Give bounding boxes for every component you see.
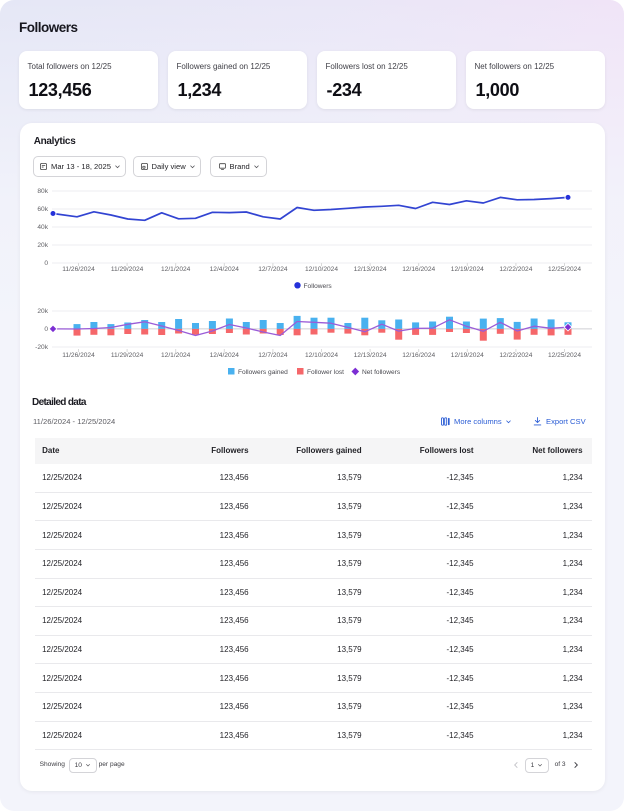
svg-text:0: 0 [44,260,48,267]
svg-text:20k: 20k [37,308,48,315]
svg-text:12/13/2024: 12/13/2024 [354,266,387,273]
svg-text:20k: 20k [37,242,48,249]
svg-text:60k: 60k [37,206,48,213]
svg-text:11/29/2024: 11/29/2024 [111,266,144,273]
svg-text:Followers: Followers [304,283,333,290]
svg-text:12/10/2024: 12/10/2024 [305,352,338,359]
svg-text:12/4/2024: 12/4/2024 [210,352,240,359]
svg-text:12/19/2024: 12/19/2024 [451,352,484,359]
svg-text:80k: 80k [37,188,48,195]
svg-text:12/16/2024: 12/16/2024 [402,352,435,359]
svg-text:12/16/2024: 12/16/2024 [402,266,435,273]
svg-text:12/7/2024: 12/7/2024 [258,266,288,273]
svg-text:12/4/2024: 12/4/2024 [210,266,240,273]
svg-text:12/22/2024: 12/22/2024 [499,352,532,359]
svg-text:12/13/2024: 12/13/2024 [354,352,387,359]
svg-text:Follower lost: Follower lost [307,369,344,376]
svg-text:12/7/2024: 12/7/2024 [258,352,288,359]
svg-text:Followers gained: Followers gained [238,369,288,376]
svg-text:11/26/2024: 11/26/2024 [62,352,95,359]
svg-text:11/26/2024: 11/26/2024 [62,266,95,273]
svg-text:12/10/2024: 12/10/2024 [305,266,338,273]
svg-text:12/25/2024: 12/25/2024 [548,352,581,359]
svg-text:12/19/2024: 12/19/2024 [451,266,484,273]
svg-text:0: 0 [44,326,48,333]
svg-text:12/25/2024: 12/25/2024 [548,266,581,273]
svg-text:12/22/2024: 12/22/2024 [499,266,532,273]
svg-text:12/1/2024: 12/1/2024 [161,266,191,273]
svg-text:-20k: -20k [35,344,49,351]
svg-text:40k: 40k [37,224,48,231]
svg-text:Net followers: Net followers [362,369,401,376]
svg-text:11/29/2024: 11/29/2024 [111,352,144,359]
svg-text:12/1/2024: 12/1/2024 [161,352,191,359]
